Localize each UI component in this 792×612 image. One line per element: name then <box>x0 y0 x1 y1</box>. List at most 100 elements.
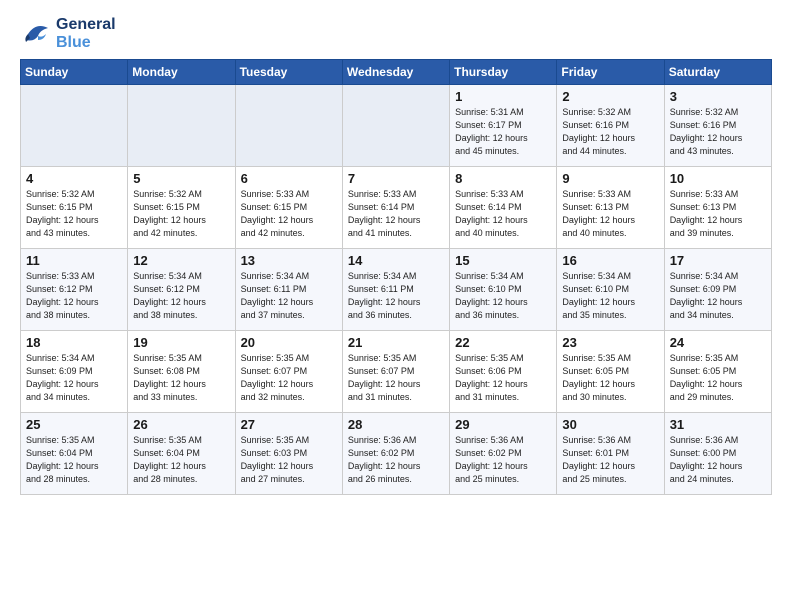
day-number: 25 <box>26 417 122 432</box>
col-header-tuesday: Tuesday <box>235 60 342 85</box>
cell-info: Sunrise: 5:34 AMSunset: 6:12 PMDaylight:… <box>133 270 229 322</box>
col-header-saturday: Saturday <box>664 60 771 85</box>
day-number: 9 <box>562 171 658 186</box>
calendar-cell: 19Sunrise: 5:35 AMSunset: 6:08 PMDayligh… <box>128 331 235 413</box>
cell-info: Sunrise: 5:35 AMSunset: 6:05 PMDaylight:… <box>562 352 658 404</box>
cell-info: Sunrise: 5:34 AMSunset: 6:11 PMDaylight:… <box>241 270 337 322</box>
cell-info: Sunrise: 5:35 AMSunset: 6:08 PMDaylight:… <box>133 352 229 404</box>
day-number: 22 <box>455 335 551 350</box>
calendar-cell <box>128 85 235 167</box>
calendar-cell: 6 Sunrise: 5:33 AMSunset: 6:15 PMDaylight… <box>235 167 342 249</box>
calendar-cell: 5 Sunrise: 5:32 AMSunset: 6:15 PMDaylight… <box>128 167 235 249</box>
cell-info: Sunrise: 5:32 AMSunset: 6:16 PMDaylight:… <box>670 106 766 158</box>
logo-icon <box>20 20 52 48</box>
cell-info: Sunrise: 5:34 AMSunset: 6:09 PMDaylight:… <box>26 352 122 404</box>
week-row: 1 Sunrise: 5:31 AMSunset: 6:17 PMDaylight… <box>21 85 772 167</box>
cell-info: Sunrise: 5:35 AMSunset: 6:07 PMDaylight:… <box>241 352 337 404</box>
day-number: 6 <box>241 171 337 186</box>
day-number: 5 <box>133 171 229 186</box>
calendar-cell <box>342 85 449 167</box>
day-number: 7 <box>348 171 444 186</box>
calendar-cell: 9 Sunrise: 5:33 AMSunset: 6:13 PMDaylight… <box>557 167 664 249</box>
calendar-cell: 24 Sunrise: 5:35 AMSunset: 6:05 PMDayligh… <box>664 331 771 413</box>
calendar-cell: 3 Sunrise: 5:32 AMSunset: 6:16 PMDaylight… <box>664 85 771 167</box>
day-number: 2 <box>562 89 658 104</box>
calendar-cell: 12 Sunrise: 5:34 AMSunset: 6:12 PMDayligh… <box>128 249 235 331</box>
cell-info: Sunrise: 5:33 AMSunset: 6:14 PMDaylight:… <box>455 188 551 240</box>
day-number: 13 <box>241 253 337 268</box>
week-row: 18 Sunrise: 5:34 AMSunset: 6:09 PMDayligh… <box>21 331 772 413</box>
calendar-cell: 31Sunrise: 5:36 AMSunset: 6:00 PMDayligh… <box>664 413 771 495</box>
day-number: 3 <box>670 89 766 104</box>
calendar-cell: 25 Sunrise: 5:35 AMSunset: 6:04 PMDayligh… <box>21 413 128 495</box>
week-row: 25 Sunrise: 5:35 AMSunset: 6:04 PMDayligh… <box>21 413 772 495</box>
day-number: 30 <box>562 417 658 432</box>
logo: General Blue <box>20 16 116 51</box>
calendar-cell: 18 Sunrise: 5:34 AMSunset: 6:09 PMDayligh… <box>21 331 128 413</box>
day-number: 21 <box>348 335 444 350</box>
calendar-cell: 7 Sunrise: 5:33 AMSunset: 6:14 PMDaylight… <box>342 167 449 249</box>
week-row: 4 Sunrise: 5:32 AMSunset: 6:15 PMDaylight… <box>21 167 772 249</box>
day-number: 4 <box>26 171 122 186</box>
cell-info: Sunrise: 5:35 AMSunset: 6:07 PMDaylight:… <box>348 352 444 404</box>
day-number: 29 <box>455 417 551 432</box>
calendar-table: SundayMondayTuesdayWednesdayThursdayFrid… <box>20 59 772 495</box>
day-number: 12 <box>133 253 229 268</box>
calendar-cell: 27Sunrise: 5:35 AMSunset: 6:03 PMDayligh… <box>235 413 342 495</box>
cell-info: Sunrise: 5:35 AMSunset: 6:06 PMDaylight:… <box>455 352 551 404</box>
cell-info: Sunrise: 5:32 AMSunset: 6:16 PMDaylight:… <box>562 106 658 158</box>
cell-info: Sunrise: 5:36 AMSunset: 6:01 PMDaylight:… <box>562 434 658 486</box>
calendar-cell: 11 Sunrise: 5:33 AMSunset: 6:12 PMDayligh… <box>21 249 128 331</box>
calendar-cell: 21 Sunrise: 5:35 AMSunset: 6:07 PMDayligh… <box>342 331 449 413</box>
col-header-monday: Monday <box>128 60 235 85</box>
cell-info: Sunrise: 5:36 AMSunset: 6:02 PMDaylight:… <box>455 434 551 486</box>
cell-info: Sunrise: 5:33 AMSunset: 6:13 PMDaylight:… <box>670 188 766 240</box>
calendar-cell: 26Sunrise: 5:35 AMSunset: 6:04 PMDayligh… <box>128 413 235 495</box>
day-number: 8 <box>455 171 551 186</box>
day-number: 27 <box>241 417 337 432</box>
day-number: 17 <box>670 253 766 268</box>
col-header-sunday: Sunday <box>21 60 128 85</box>
cell-info: Sunrise: 5:33 AMSunset: 6:12 PMDaylight:… <box>26 270 122 322</box>
header-row: SundayMondayTuesdayWednesdayThursdayFrid… <box>21 60 772 85</box>
calendar-cell: 30 Sunrise: 5:36 AMSunset: 6:01 PMDayligh… <box>557 413 664 495</box>
calendar-cell: 8 Sunrise: 5:33 AMSunset: 6:14 PMDaylight… <box>450 167 557 249</box>
cell-info: Sunrise: 5:33 AMSunset: 6:14 PMDaylight:… <box>348 188 444 240</box>
day-number: 11 <box>26 253 122 268</box>
cell-info: Sunrise: 5:36 AMSunset: 6:02 PMDaylight:… <box>348 434 444 486</box>
day-number: 18 <box>26 335 122 350</box>
cell-info: Sunrise: 5:32 AMSunset: 6:15 PMDaylight:… <box>26 188 122 240</box>
cell-info: Sunrise: 5:35 AMSunset: 6:05 PMDaylight:… <box>670 352 766 404</box>
cell-info: Sunrise: 5:35 AMSunset: 6:04 PMDaylight:… <box>133 434 229 486</box>
day-number: 16 <box>562 253 658 268</box>
cell-info: Sunrise: 5:36 AMSunset: 6:00 PMDaylight:… <box>670 434 766 486</box>
calendar-cell <box>235 85 342 167</box>
cell-info: Sunrise: 5:31 AMSunset: 6:17 PMDaylight:… <box>455 106 551 158</box>
cell-info: Sunrise: 5:34 AMSunset: 6:10 PMDaylight:… <box>455 270 551 322</box>
day-number: 24 <box>670 335 766 350</box>
day-number: 23 <box>562 335 658 350</box>
calendar-cell <box>21 85 128 167</box>
day-number: 20 <box>241 335 337 350</box>
calendar-cell: 16 Sunrise: 5:34 AMSunset: 6:10 PMDayligh… <box>557 249 664 331</box>
cell-info: Sunrise: 5:34 AMSunset: 6:09 PMDaylight:… <box>670 270 766 322</box>
calendar-cell: 13 Sunrise: 5:34 AMSunset: 6:11 PMDayligh… <box>235 249 342 331</box>
calendar-cell: 4 Sunrise: 5:32 AMSunset: 6:15 PMDaylight… <box>21 167 128 249</box>
calendar-cell: 15 Sunrise: 5:34 AMSunset: 6:10 PMDayligh… <box>450 249 557 331</box>
calendar-cell: 28 Sunrise: 5:36 AMSunset: 6:02 PMDayligh… <box>342 413 449 495</box>
day-number: 15 <box>455 253 551 268</box>
calendar-cell: 17 Sunrise: 5:34 AMSunset: 6:09 PMDayligh… <box>664 249 771 331</box>
cell-info: Sunrise: 5:33 AMSunset: 6:13 PMDaylight:… <box>562 188 658 240</box>
day-number: 14 <box>348 253 444 268</box>
cell-info: Sunrise: 5:33 AMSunset: 6:15 PMDaylight:… <box>241 188 337 240</box>
header: General Blue <box>20 16 772 51</box>
cell-info: Sunrise: 5:32 AMSunset: 6:15 PMDaylight:… <box>133 188 229 240</box>
calendar-cell: 14Sunrise: 5:34 AMSunset: 6:11 PMDayligh… <box>342 249 449 331</box>
calendar-cell: 29 Sunrise: 5:36 AMSunset: 6:02 PMDayligh… <box>450 413 557 495</box>
cell-info: Sunrise: 5:34 AMSunset: 6:10 PMDaylight:… <box>562 270 658 322</box>
calendar-cell: 20 Sunrise: 5:35 AMSunset: 6:07 PMDayligh… <box>235 331 342 413</box>
calendar-cell: 23 Sunrise: 5:35 AMSunset: 6:05 PMDayligh… <box>557 331 664 413</box>
cell-info: Sunrise: 5:35 AMSunset: 6:04 PMDaylight:… <box>26 434 122 486</box>
day-number: 28 <box>348 417 444 432</box>
day-number: 1 <box>455 89 551 104</box>
